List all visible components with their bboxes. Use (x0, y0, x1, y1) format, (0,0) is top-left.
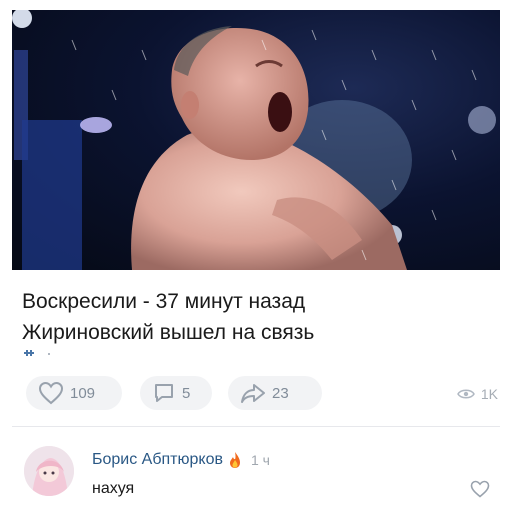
flame-icon (229, 452, 240, 468)
dots-icon (24, 350, 50, 356)
post-text: Воскресили - 37 минут назад Жириновский … (22, 286, 492, 348)
post-image[interactable] (12, 10, 500, 270)
comment-author-name[interactable]: Борис Абптюрков (92, 451, 223, 469)
like-button[interactable]: 109 (26, 376, 122, 410)
comment-icon (155, 384, 173, 402)
share-button[interactable]: 23 (228, 376, 322, 410)
views-counter: 1K (456, 386, 498, 402)
comment-time: 1 ч (250, 452, 270, 468)
comment-count: 5 (182, 384, 191, 402)
comment-text: нахуя (92, 480, 135, 497)
eye-icon (456, 389, 475, 399)
comment-button[interactable]: 5 (140, 376, 212, 410)
views-count: 1K (480, 386, 498, 402)
heart-icon (38, 381, 64, 405)
share-count: 23 (272, 384, 289, 402)
post-text-line-2: Жириновский вышел на связь (22, 321, 315, 344)
post-actions: 109 5 23 1K (0, 372, 512, 416)
like-count: 109 (70, 384, 96, 402)
comment-like-icon[interactable] (470, 480, 490, 498)
share-icon (241, 384, 265, 403)
avatar[interactable] (24, 446, 74, 496)
divider (12, 426, 500, 427)
post-text-line-1: Воскресили - 37 минут назад (22, 290, 306, 313)
comment-header: Борис Абптюрков 1 ч (92, 451, 270, 469)
